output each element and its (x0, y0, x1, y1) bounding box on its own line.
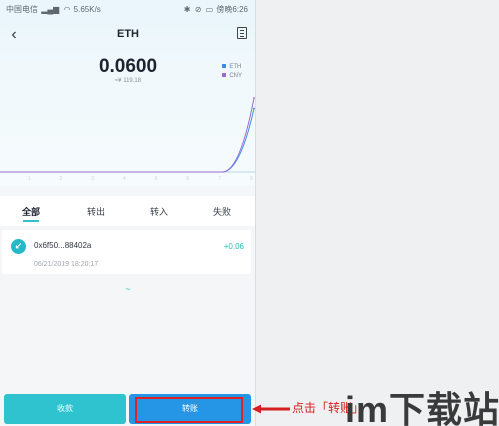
x-tick-label: 6 (187, 176, 190, 182)
x-tick-label: 1 (28, 176, 31, 182)
mute-icon: ⊘ (194, 5, 202, 14)
balance-line-chart: 1 2 3 4 5 6 7 8 (0, 97, 255, 182)
watermark-logo: im下载站 (335, 378, 499, 426)
page-title: ETH (117, 28, 139, 40)
tx-amount: +0.06 (223, 242, 244, 251)
tx-timestamp: 06/21/2019 18:20:17 (34, 261, 99, 268)
legend-item-cny: CNY (222, 72, 242, 81)
x-tick-label: 4 (123, 176, 126, 182)
tx-filter-tabs: 全部 转出 转入 失败 (0, 196, 255, 226)
app-header: ‹ ETH (0, 18, 255, 54)
screenshot: 中国电信 ▂▄▆ ◠ 5.65K/s ✱ ⊘ ▭ 傍晚6:26 ‹ ETH 0.… (0, 0, 499, 426)
tx-address: 0x6f50...88402a (34, 241, 92, 250)
x-tick-label: 5 (155, 176, 158, 182)
x-tick-label: 7 (218, 176, 221, 182)
legend-swatch-cny (222, 73, 227, 77)
status-bar: 中国电信 ▂▄▆ ◠ 5.65K/s ✱ ⊘ ▭ 傍晚6:26 (0, 0, 255, 18)
clock: 6:26 (232, 5, 248, 14)
wifi-icon: ◠ (63, 5, 71, 14)
chart-legend: ETH CNY (222, 63, 242, 81)
tab-failed[interactable]: 失败 (192, 205, 252, 218)
balance-chart-panel: 0.0600 ≈¥ 119.18 ETH CNY 12345678 (0, 54, 255, 186)
time-prefix: 傍晚 (216, 5, 233, 14)
status-left: 中国电信 ▂▄▆ ◠ 5.65K/s (6, 4, 101, 15)
x-tick-label: 8 (250, 176, 253, 182)
series-line-eth (0, 108, 255, 173)
watermark-text: im下载站 (345, 389, 499, 426)
annotation-arrow-icon (252, 404, 290, 414)
status-right: ✱ ⊘ ▭ 傍晚6:26 (183, 4, 248, 15)
series-line-cny (0, 97, 255, 173)
list-end-indicator: ~ (125, 284, 131, 294)
legend-swatch-eth (222, 64, 227, 68)
transaction-item[interactable]: ↙ 0x6f50...88402a +0.06 06/21/2019 18:20… (2, 230, 251, 274)
x-tick-label: 3 (91, 176, 94, 182)
balance-amount: 0.0600 (98, 56, 158, 77)
tab-outgoing[interactable]: 转出 (66, 205, 126, 218)
incoming-tx-icon: ↙ (11, 239, 26, 254)
bluetooth-icon: ✱ (183, 5, 191, 14)
legend-item-eth: ETH (222, 63, 242, 72)
tab-all[interactable]: 全部 (1, 205, 61, 218)
battery-icon: ▭ (205, 5, 214, 14)
network-speed: 5.65K/s (73, 5, 101, 14)
document-icon[interactable] (237, 27, 247, 39)
data-point-cny (253, 97, 255, 99)
signal-icon: ▂▄▆ (41, 5, 60, 14)
active-tab-indicator (23, 220, 39, 222)
data-point-eth (253, 107, 255, 110)
carrier-label: 中国电信 (6, 5, 38, 14)
highlight-box (135, 397, 243, 423)
tab-incoming[interactable]: 转入 (129, 205, 189, 218)
receive-button[interactable]: 收款 (4, 394, 126, 424)
x-tick-label: 2 (60, 176, 63, 182)
phone-screen: 中国电信 ▂▄▆ ◠ 5.65K/s ✱ ⊘ ▭ 傍晚6:26 ‹ ETH 0.… (0, 0, 256, 426)
legend-label-eth: ETH (229, 64, 242, 70)
legend-label-cny: CNY (229, 73, 242, 79)
